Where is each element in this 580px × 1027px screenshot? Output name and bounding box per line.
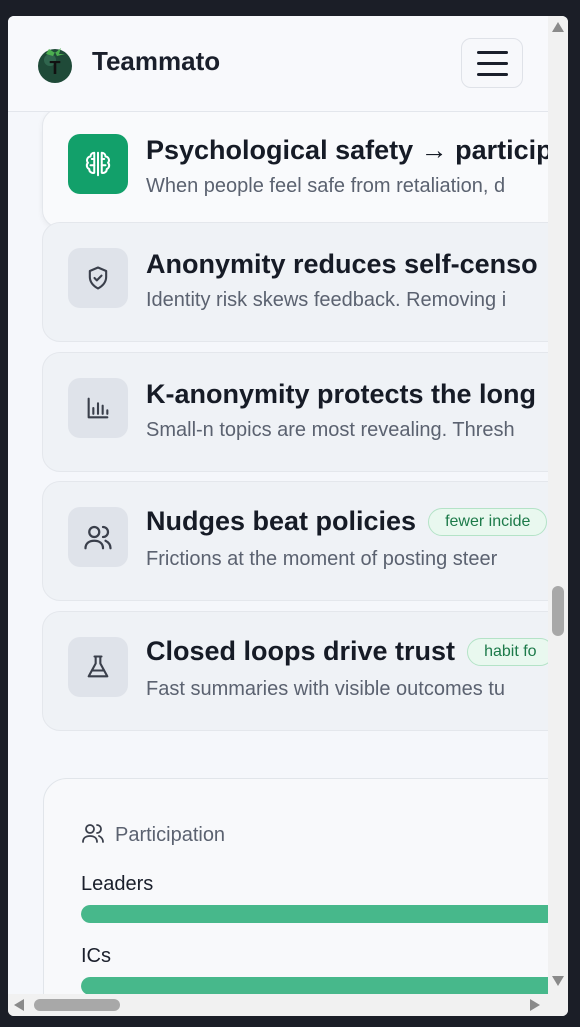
card-title: Anonymity reduces self-censo: [146, 249, 538, 279]
scroll-right-arrow-icon[interactable]: [530, 999, 540, 1011]
card-description: Identity risk skews feedback. Removing i: [146, 289, 507, 311]
shield-check-icon: [68, 248, 128, 308]
card-nudges[interactable]: Nudges beat policies fewer incide Fricti…: [42, 481, 548, 601]
card-description: Small-n topics are most revealing. Thres…: [146, 419, 515, 441]
card-description: Fast summaries with visible outcomes tu: [146, 678, 506, 700]
hamburger-line: [477, 62, 508, 65]
brand-name[interactable]: Teammato: [92, 46, 220, 77]
scroll-up-arrow-icon[interactable]: [552, 22, 564, 32]
scroll-left-arrow-icon[interactable]: [14, 999, 24, 1011]
participation-bar-track: [81, 977, 548, 994]
card-k-anonymity[interactable]: K-anonymity protects the long Small-n to…: [42, 352, 548, 472]
card-title: Psychological safety → particip: [146, 135, 548, 165]
card-title: Closed loops drive trust: [146, 636, 456, 666]
participation-bar-fill: [81, 977, 548, 994]
bar-label: Leaders: [81, 873, 154, 895]
card-title: K-anonymity protects the long: [146, 379, 537, 409]
participation-header: Participation: [81, 821, 225, 849]
participation-bar-fill: [81, 905, 548, 923]
outcome-tag: habit fo: [467, 637, 548, 666]
hamburger-menu-button[interactable]: [461, 38, 523, 88]
horizontal-scrollbar[interactable]: [8, 994, 568, 1016]
participation-title: Participation: [115, 823, 226, 846]
tomato-logo-icon[interactable]: T: [35, 43, 75, 83]
bar-chart-icon: [68, 378, 128, 438]
participation-panel: Participation Leaders ICs: [43, 778, 548, 994]
horizontal-scroll-thumb[interactable]: [34, 999, 120, 1011]
vertical-scrollbar[interactable]: [548, 16, 568, 994]
participation-bar-track: [81, 905, 548, 923]
card-anonymity[interactable]: Anonymity reduces self-censo Identity ri…: [42, 222, 548, 342]
scroll-down-arrow-icon[interactable]: [552, 976, 564, 986]
card-closed-loops[interactable]: Closed loops drive trust habit fo Fast s…: [42, 611, 548, 731]
brain-icon: [68, 134, 128, 194]
hamburger-line: [477, 51, 508, 54]
bar-label: ICs: [81, 945, 111, 967]
browser-viewport: Psychological safety → particip When peo…: [8, 16, 568, 1016]
users-icon: [81, 821, 105, 849]
svg-text:T: T: [50, 58, 61, 78]
vertical-scroll-thumb[interactable]: [552, 586, 564, 636]
site-header: T Teammato: [8, 16, 548, 112]
card-title: Nudges beat policies: [146, 506, 417, 536]
card-title-row: Nudges beat policies fewer incide: [146, 506, 548, 537]
card-description: Frictions at the moment of posting steer: [146, 548, 498, 570]
card-title-row: Closed loops drive trust habit fo: [146, 636, 548, 667]
hamburger-line: [477, 73, 508, 76]
outcome-tag: fewer incide: [428, 507, 548, 536]
page-content: Psychological safety → particip When peo…: [8, 16, 548, 994]
flask-icon: [68, 637, 128, 697]
users-icon: [68, 507, 128, 567]
card-psychological-safety[interactable]: Psychological safety → particip When peo…: [42, 108, 548, 228]
card-description: When people feel safe from retaliation, …: [146, 175, 506, 197]
